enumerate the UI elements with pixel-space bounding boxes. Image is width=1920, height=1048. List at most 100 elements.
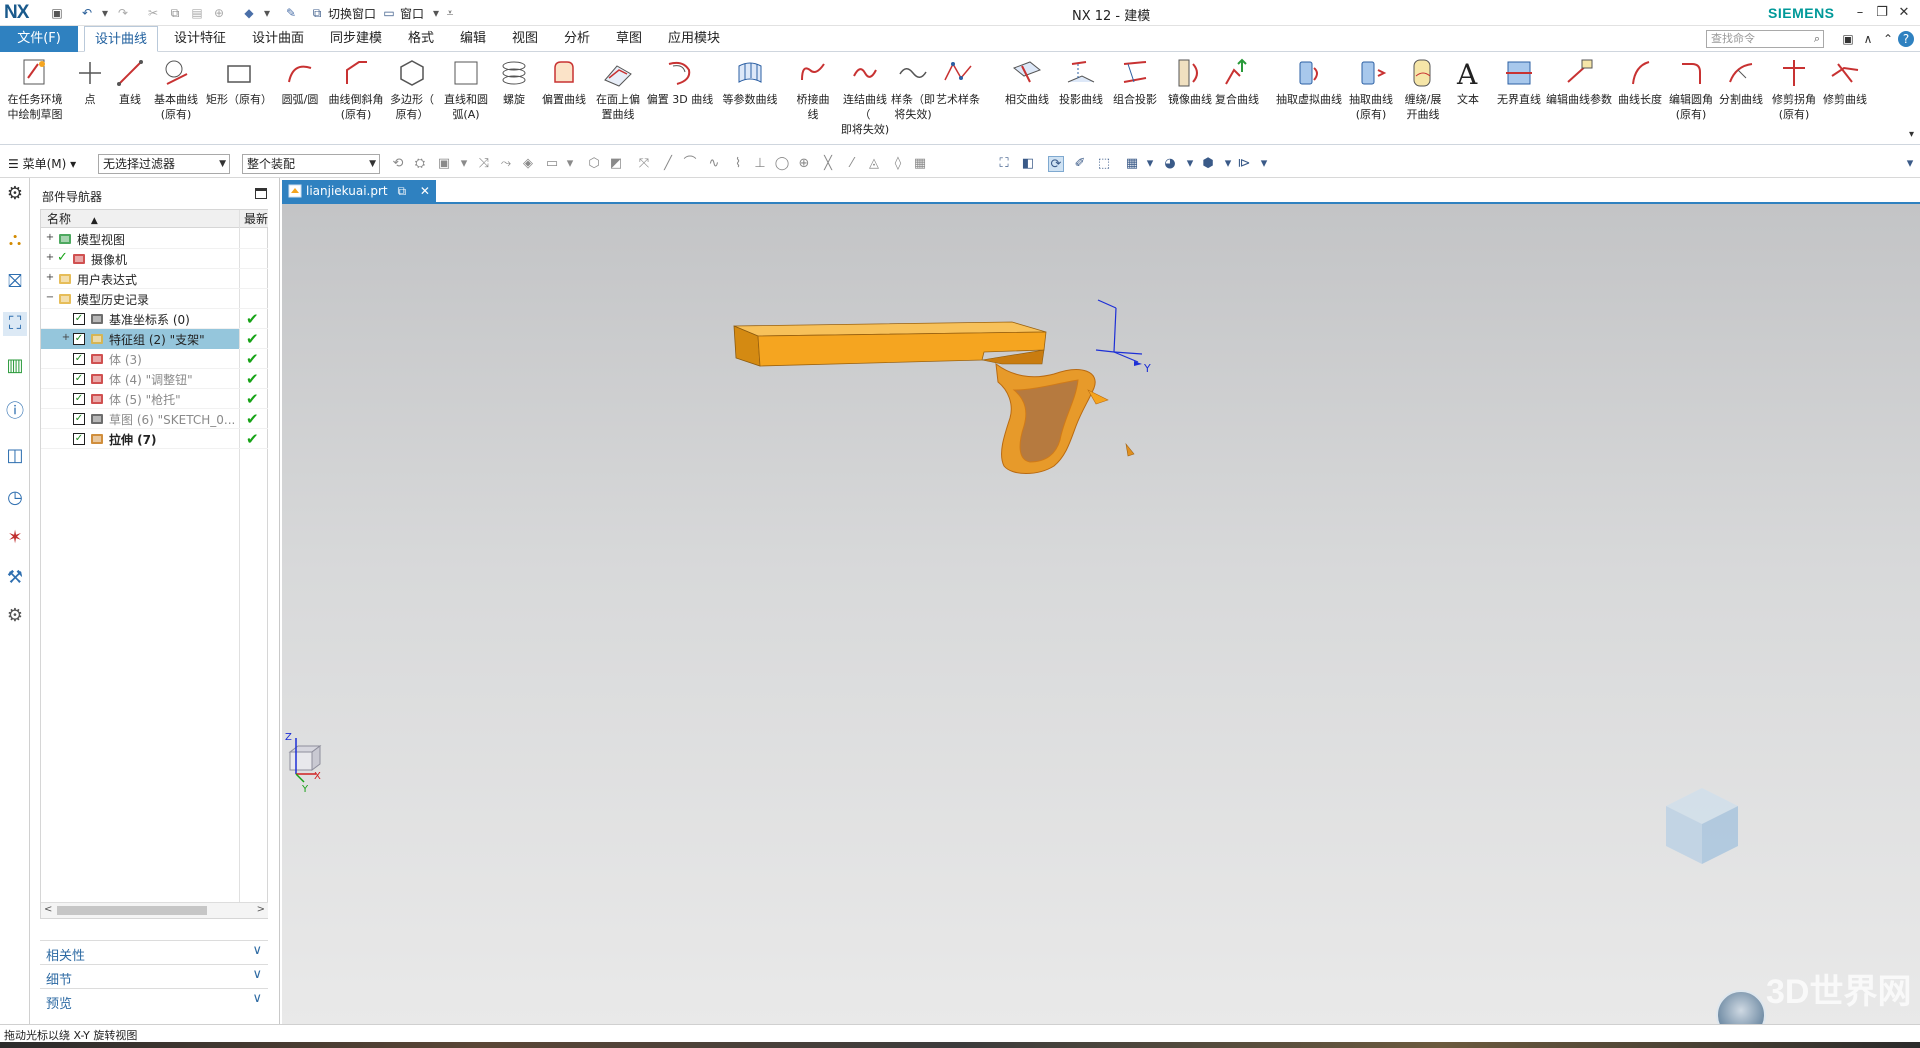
- window-menu-button[interactable]: 窗口: [400, 5, 424, 22]
- undo-icon[interactable]: ↶: [78, 4, 96, 22]
- close-window-icon[interactable]: ✕: [1894, 3, 1914, 23]
- face-icon[interactable]: ◩: [608, 156, 624, 172]
- grid-icon[interactable]: ▦: [912, 156, 928, 172]
- redo-icon[interactable]: ↷: [114, 4, 132, 22]
- view-icon[interactable]: ⧐: [1236, 156, 1252, 172]
- collapse-icon[interactable]: −: [45, 293, 55, 303]
- ribbon-button-divide-curve[interactable]: 分割曲线: [1718, 56, 1764, 107]
- ribbon-more-icon[interactable]: ▾: [1909, 129, 1914, 140]
- expand-icon[interactable]: +: [45, 273, 55, 283]
- graphics-window[interactable]: Y Z X Y: [282, 204, 1920, 1024]
- cube-dropdown-icon[interactable]: ▾: [258, 4, 276, 22]
- ribbon-button-trim-corner[interactable]: 修剪拐角 (原有): [1770, 56, 1818, 122]
- perpendicular-icon[interactable]: ⊥: [752, 156, 768, 172]
- expand-icon[interactable]: +: [45, 253, 55, 263]
- solid-icon[interactable]: ⬡: [586, 156, 602, 172]
- expand-icon[interactable]: +: [61, 333, 71, 343]
- visibility-checkbox[interactable]: ✓: [73, 413, 85, 425]
- curve-icon[interactable]: ∿: [706, 156, 722, 172]
- snap-dropdown-icon[interactable]: ▾: [456, 156, 472, 172]
- tree-row[interactable]: + ✓ 特征组 (2) "支架" ✔: [41, 329, 268, 349]
- minimize-icon[interactable]: –: [1850, 3, 1870, 23]
- ribbon-button-combined-projection[interactable]: 组合投影: [1110, 56, 1160, 107]
- tab-design-curves[interactable]: 设计曲线: [84, 26, 159, 52]
- tree-row[interactable]: ✓ 拉伸 (7) ✔: [41, 429, 268, 449]
- ribbon-button-edit-curve-params[interactable]: 编辑曲线参数: [1544, 56, 1614, 107]
- selection-scope-select[interactable]: 整个装配 ▼: [242, 154, 380, 174]
- orient-icon[interactable]: ✐: [1072, 156, 1088, 172]
- ribbon-button-mirror-curve[interactable]: 镜像曲线: [1164, 56, 1216, 107]
- select-general-icon[interactable]: ⛭: [412, 156, 428, 172]
- touch-mode-icon[interactable]: ✎: [282, 4, 300, 22]
- visibility-checkbox[interactable]: ✓: [73, 373, 85, 385]
- ribbon-button-trim-curve[interactable]: 修剪曲线: [1822, 56, 1868, 107]
- system-materials-icon[interactable]: ✶: [3, 526, 27, 550]
- tab-view[interactable]: 视图: [502, 26, 548, 52]
- display-dropdown-icon[interactable]: ▾: [1220, 156, 1236, 172]
- ribbon-button-polygon[interactable]: 多边形（ 原有）: [388, 56, 436, 122]
- close-tab-icon[interactable]: ✕: [420, 184, 430, 198]
- ribbon-button-edit-fillet[interactable]: 编辑圆角 (原有): [1664, 56, 1718, 122]
- web-browser-icon[interactable]: ◫: [3, 444, 27, 468]
- select-features-icon[interactable]: ⟲: [390, 156, 406, 172]
- ribbon-button-curve-length[interactable]: 曲线长度: [1616, 56, 1664, 107]
- switch-window-button[interactable]: 切换窗口: [328, 5, 376, 22]
- ribbon-button-wrap-unwrap[interactable]: 缠绕/展 开曲线: [1398, 56, 1448, 122]
- document-tab[interactable]: lianjiekuai.prt ⧉ ✕: [282, 180, 436, 202]
- collapse-ribbon-icon[interactable]: ∧: [1860, 31, 1876, 47]
- render-style-icon[interactable]: ◧: [1020, 156, 1036, 172]
- restore-icon[interactable]: ❐: [1872, 3, 1892, 23]
- horizontal-scrollbar[interactable]: < >: [41, 902, 268, 918]
- ribbon-button-sketch-in-task[interactable]: 在任务环境 中绘制草图: [4, 56, 66, 122]
- ribbon-button-bridge-curve[interactable]: 桥接曲线: [792, 56, 834, 122]
- type-filter-select[interactable]: 无选择过滤器 ▼: [98, 154, 230, 174]
- tree-row[interactable]: − 模型历史记录: [41, 289, 268, 309]
- roles-icon[interactable]: ⚙: [3, 604, 27, 628]
- gun-model[interactable]: [733, 321, 1135, 474]
- ribbon-button-basic-curves[interactable]: 基本曲线 (原有): [148, 56, 204, 122]
- cube-icon[interactable]: ◆: [240, 4, 258, 22]
- assembly-navigator-icon[interactable]: ⛬: [3, 228, 27, 252]
- scroll-thumb[interactable]: [57, 906, 207, 915]
- ribbon-button-isoparametric[interactable]: 等参数曲线: [720, 56, 780, 107]
- vertex-icon[interactable]: ⤧: [636, 156, 652, 172]
- maximize-icon[interactable]: [255, 188, 267, 199]
- ribbon-button-line[interactable]: 直线: [112, 56, 148, 107]
- popout-icon[interactable]: ⧉: [397, 184, 406, 198]
- info-icon[interactable]: ⓘ: [3, 400, 27, 424]
- tab-application[interactable]: 应用模块: [658, 26, 730, 52]
- layer-dropdown-icon[interactable]: ▾: [1142, 156, 1158, 172]
- arc-point-icon[interactable]: ⌒: [682, 156, 698, 172]
- midpoint-icon[interactable]: ◊: [890, 156, 906, 172]
- display-icon[interactable]: ⬢: [1200, 156, 1216, 172]
- save-icon[interactable]: ▣: [48, 4, 66, 22]
- ribbon-button-spline[interactable]: 样条（即 将失效): [888, 56, 938, 122]
- paste-icon[interactable]: ▤: [188, 4, 206, 22]
- ribbon-button-extract-virtual[interactable]: 抽取虚拟曲线: [1270, 56, 1348, 107]
- model-canvas[interactable]: Y Z X Y: [282, 204, 1920, 1024]
- tree-row[interactable]: + 用户表达式: [41, 269, 268, 289]
- tab-analysis[interactable]: 分析: [554, 26, 600, 52]
- panel-dependencies[interactable]: 相关性 ∨: [40, 940, 268, 964]
- shade-icon[interactable]: ◕: [1162, 156, 1178, 172]
- intersection-icon[interactable]: ╳: [820, 156, 836, 172]
- column-header-latest[interactable]: 最新: [239, 210, 268, 228]
- panel-details[interactable]: 细节 ∨: [40, 964, 268, 988]
- scroll-left-icon[interactable]: <: [44, 904, 52, 915]
- ribbon-button-offset-curve[interactable]: 偏置曲线: [538, 56, 590, 107]
- ribbon-options-icon[interactable]: ▣: [1840, 31, 1856, 47]
- tree-row[interactable]: + ✓ 摄像机: [41, 249, 268, 269]
- tree-row[interactable]: ✓ 体 (3) ✔: [41, 349, 268, 369]
- tab-format[interactable]: 格式: [398, 26, 444, 52]
- circle-icon[interactable]: ◯: [774, 156, 790, 172]
- ribbon-button-intersection-curve[interactable]: 相交曲线: [1002, 56, 1052, 107]
- ribbon-button-extract-curve[interactable]: 抽取曲线 (原有): [1346, 56, 1396, 122]
- rectangle-select-icon[interactable]: ▭: [544, 156, 560, 172]
- visibility-checkbox[interactable]: ✓: [73, 393, 85, 405]
- face-point-icon[interactable]: ◬: [866, 156, 882, 172]
- scroll-right-icon[interactable]: >: [257, 904, 265, 915]
- view-dropdown-icon[interactable]: ▾: [1256, 156, 1272, 172]
- menu-button[interactable]: ☰ 菜单(M) ▾: [8, 155, 76, 172]
- tree-row[interactable]: ✓ 体 (4) "调整钮" ✔: [41, 369, 268, 389]
- switch-window-icon[interactable]: ⧉: [308, 4, 326, 22]
